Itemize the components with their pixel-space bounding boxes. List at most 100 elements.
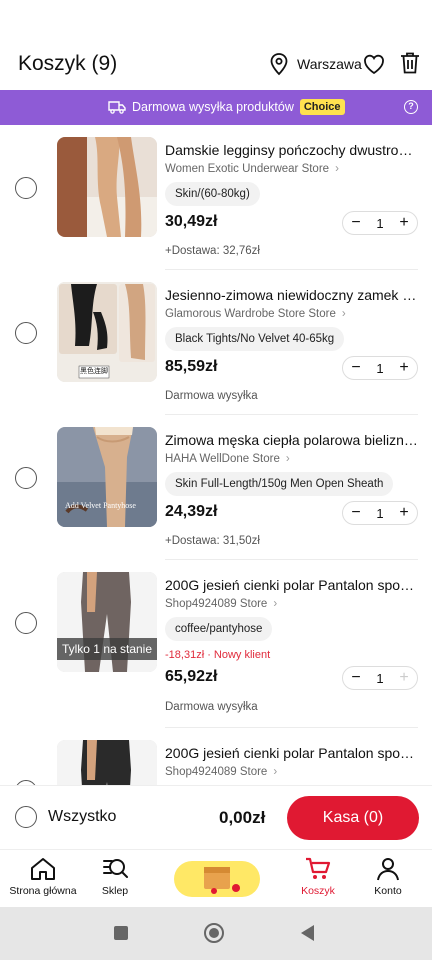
item-select-radio[interactable] [15,467,37,489]
product-title[interactable]: Jesienno-zimowa niewidoczny zamek błyska… [165,287,420,303]
store-link[interactable]: Shop4924089 Store › [165,598,277,610]
product-title[interactable]: Zimowa męska ciepła polarowa bielizna te… [165,432,420,448]
product-price: 30,49zł [165,213,218,230]
decrease-quantity-button[interactable]: − [349,505,363,521]
stock-warning: Tylko 1 na stanie [57,638,157,660]
increase-quantity-button[interactable]: + [397,670,411,686]
shipping-info: +Dostawa: 32,76zł [165,245,260,257]
variant-chip[interactable]: coffee/pantyhose [165,617,273,641]
item-select-radio[interactable] [15,177,37,199]
quantity-value[interactable]: 1 [376,506,383,521]
heart-icon[interactable] [362,53,386,75]
image-caption: Add Velvet Pantyhose [65,501,136,510]
store-link[interactable]: HAHA WellDone Store › [165,453,290,465]
select-all-label[interactable]: Wszystko [48,808,116,826]
tab-cart[interactable]: Koszyk [296,856,340,897]
cart-item-list: Damskie legginsy pończochy dwustronne ci… [0,125,432,785]
shipping-info: +Dostawa: 31,50zł [165,535,260,547]
new-customer-discount: -18,31zł · Nowy klient [165,649,271,661]
store-link[interactable]: Glamorous Wardrobe Store Store › [165,308,346,320]
product-price: 24,39zł [165,503,218,520]
store-link[interactable]: Women Exotic Underwear Store › [165,163,339,175]
truck-icon [108,101,126,114]
variant-chip[interactable]: Skin/(60-80kg) [165,182,260,206]
product-photo-leggings-skin [57,137,157,237]
choice-promo-button[interactable] [174,861,260,897]
store-name: Shop4924089 Store [165,766,268,778]
choice-icon [204,867,240,894]
store-name: Shop4924089 Store [165,598,268,610]
tab-label: Koszyk [301,885,335,897]
increase-quantity-button[interactable]: + [397,215,411,231]
quantity-stepper[interactable]: − 1 + [342,356,418,380]
chevron-right-icon: › [335,163,339,175]
home-icon [31,858,55,880]
quantity-value[interactable]: 1 [376,216,383,231]
product-title[interactable]: Damskie legginsy pończochy dwustronne ci… [165,142,420,158]
variant-chip[interactable]: Skin Full-Length/150g Men Open Sheath [165,472,394,496]
store-link[interactable]: Shop4924089 Store › [165,766,277,778]
quantity-value[interactable]: 1 [376,671,383,686]
product-image[interactable]: Add Velvet Pantyhose [57,427,157,527]
page-title: Koszyk (9) [18,52,118,75]
decrease-quantity-button[interactable]: − [349,360,363,376]
recent-apps-icon[interactable] [113,925,129,941]
app-header: Koszyk (9) Warszawa [0,0,432,90]
quantity-value[interactable]: 1 [376,361,383,376]
increase-quantity-button[interactable]: + [397,360,411,376]
quantity-stepper[interactable]: − 1 + [342,666,418,690]
product-price: 65,92zł [165,668,218,685]
location-pin-icon[interactable] [268,52,290,76]
checkout-bar: Wszystko 0,00zł Kasa (0) [0,785,432,849]
item-select-radio[interactable] [15,612,37,634]
chevron-right-icon: › [285,453,290,465]
product-price: 85,59zł [165,358,218,375]
cart-item[interactable]: Tylko 1 na stanie 200G jesień cienki pol… [0,560,432,728]
home-button-icon[interactable] [203,922,225,944]
product-image[interactable]: 黑色连脚 [57,282,157,382]
cart-item[interactable]: 黑色连脚 Jesienno-zimowa niewidoczny zamek b… [0,270,432,415]
variant-chip[interactable]: Black Tights/No Velvet 40-65kg [165,327,345,351]
chevron-right-icon: › [341,308,346,320]
quantity-stepper[interactable]: − 1 + [342,501,418,525]
tab-label: Konto [374,885,402,897]
cart-item[interactable]: Damskie legginsy pończochy dwustronne ci… [0,125,432,270]
store-name: HAHA WellDone Store [165,453,280,465]
chevron-right-icon: › [273,598,278,610]
select-all-radio[interactable] [15,806,37,828]
info-icon[interactable]: ? [404,100,418,114]
trash-icon[interactable] [399,51,421,75]
checkout-button[interactable]: Kasa (0) [287,796,419,840]
decrease-quantity-button[interactable]: − [349,670,363,686]
tab-home[interactable]: Strona główna [8,856,78,897]
cart-item[interactable]: Add Velvet Pantyhose Zimowa męska ciepła… [0,415,432,560]
decrease-quantity-button[interactable]: − [349,215,363,231]
choice-badge: Choice [299,99,345,115]
tab-account[interactable]: Konto [366,856,410,897]
cart-icon [306,857,331,879]
product-image[interactable] [57,137,157,237]
location-label[interactable]: Warszawa [297,56,362,72]
store-name: Women Exotic Underwear Store [165,163,330,175]
bottom-navigation: Strona główna Sklep Koszyk Konto [0,849,432,907]
free-shipping-banner[interactable]: Darmowa wysyłka produktów Choice ? [0,90,432,125]
tab-shop[interactable]: Sklep [90,856,140,897]
product-image[interactable] [57,740,157,785]
shop-icon [103,859,128,878]
system-navigation-bar [0,907,432,960]
chevron-right-icon: › [273,766,278,778]
shipping-info: Darmowa wysyłka [165,701,258,713]
tab-label: Sklep [101,885,129,897]
quantity-stepper[interactable]: − 1 + [342,211,418,235]
back-icon[interactable] [298,923,316,943]
tab-label: Strona główna [9,885,77,897]
product-image[interactable]: Tylko 1 na stanie [57,572,157,672]
cart-item[interactable]: 200G jesień cienki polar Pantalon spodni… [0,728,432,785]
store-name: Glamorous Wardrobe Store Store [165,308,336,320]
banner-text: Darmowa wysyłka produktów [132,100,294,114]
product-title[interactable]: 200G jesień cienki polar Pantalon spodni… [165,745,420,761]
increase-quantity-button[interactable]: + [397,505,411,521]
product-title[interactable]: 200G jesień cienki polar Pantalon spodni… [165,577,420,593]
item-select-radio[interactable] [15,322,37,344]
product-photo-fleece-pants [57,740,157,785]
